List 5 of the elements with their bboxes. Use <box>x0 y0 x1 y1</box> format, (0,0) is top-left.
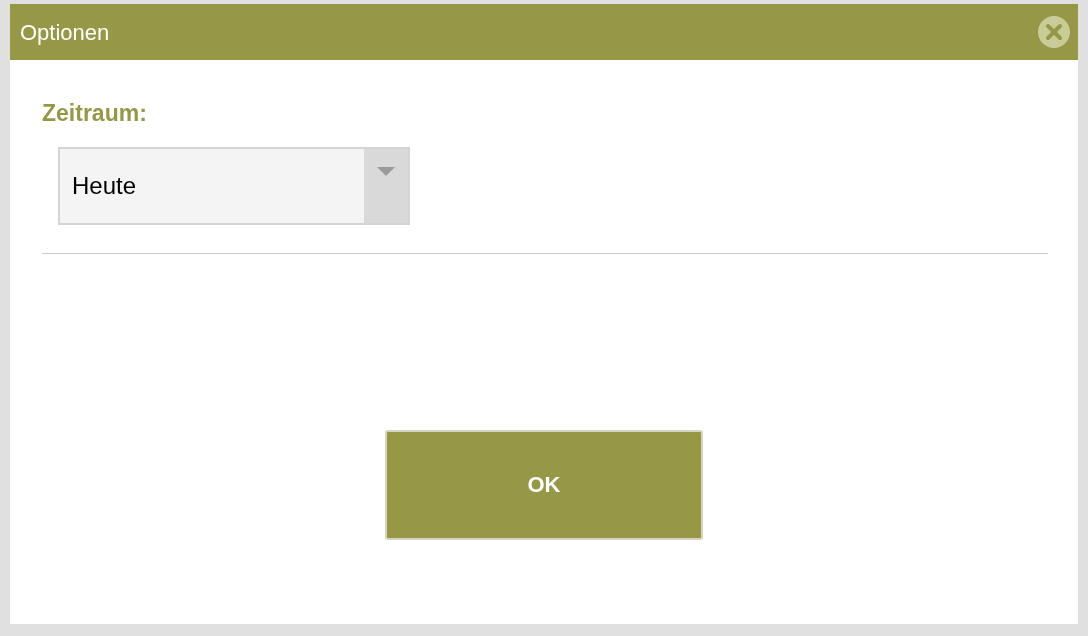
period-dropdown[interactable]: Heute <box>58 146 410 225</box>
caret-icon <box>377 166 395 177</box>
window-title: Optionen <box>20 18 110 47</box>
field-label: Zeitraum: <box>42 99 148 128</box>
close-icon[interactable] <box>1038 16 1070 48</box>
